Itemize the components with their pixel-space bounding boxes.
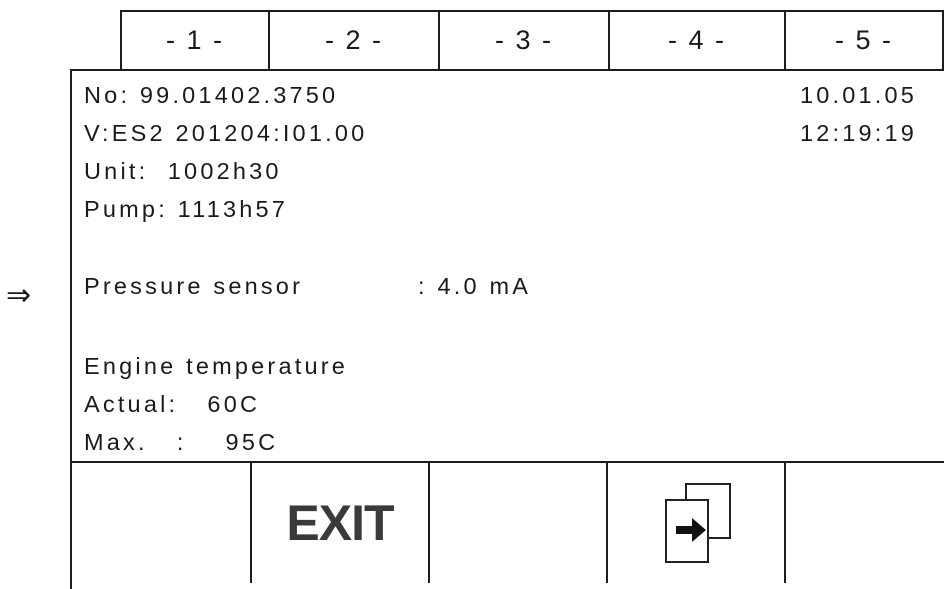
pressure-sensor-value: : 4.0 mA — [418, 273, 532, 299]
engine-temperature-max: Max. : 95C — [84, 429, 279, 455]
tab-bar: - 1 - - 2 - - 3 - - 4 - - 5 - — [120, 10, 944, 69]
software-version: V:ES2 201204:I01.00 — [84, 120, 368, 146]
time-display: 12:19:19 — [800, 120, 918, 146]
softkey-1[interactable] — [70, 463, 250, 583]
tab-5[interactable]: - 5 - — [784, 10, 944, 69]
pump-hours: Pump: 1113h57 — [84, 196, 289, 222]
tab-2[interactable]: - 2 - — [268, 10, 440, 69]
unit-hours: Unit: 1002h30 — [84, 158, 282, 184]
softkey-5[interactable] — [784, 463, 944, 583]
selection-pointer: ⇒ — [6, 278, 32, 313]
date-display: 10.01.05 — [800, 82, 918, 108]
pressure-sensor-label: Pressure sensor — [84, 273, 304, 299]
serial-number: No: 99.01402.3750 — [84, 82, 339, 108]
page-forward-icon — [665, 483, 731, 563]
tab-3[interactable]: - 3 - — [438, 10, 610, 69]
exit-label: EXIT — [286, 495, 394, 551]
exit-button[interactable]: EXIT — [250, 463, 428, 583]
next-page-button[interactable] — [606, 463, 784, 583]
engine-temperature-title: Engine temperature — [84, 353, 349, 379]
engine-temperature-actual: Actual: 60C — [84, 391, 261, 417]
tab-4[interactable]: - 4 - — [608, 10, 786, 69]
softkey-bar: EXIT — [70, 461, 944, 583]
tab-1[interactable]: - 1 - — [120, 10, 270, 69]
softkey-3[interactable] — [428, 463, 606, 583]
